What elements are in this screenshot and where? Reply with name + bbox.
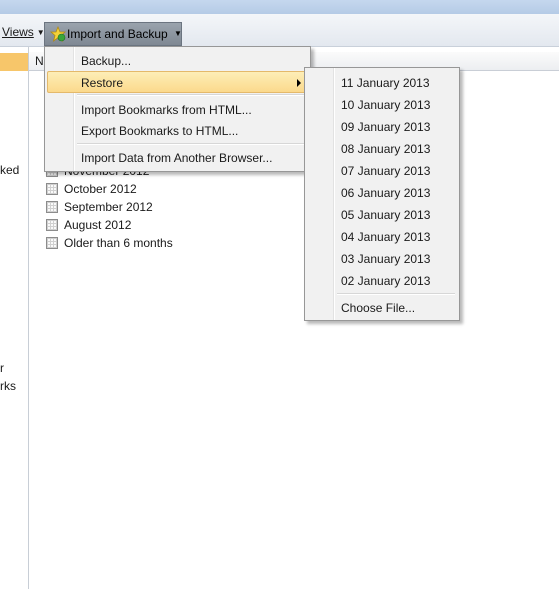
restore-date-item[interactable]: 10 January 2013 [307,94,457,116]
menu-item-label: 03 January 2013 [341,252,431,266]
restore-date-item[interactable]: 02 January 2013 [307,270,457,292]
views-button[interactable]: Views ▼ [2,22,45,42]
menu-separator [337,293,455,295]
import-and-backup-label: Import and Backup [67,27,168,41]
restore-date-item[interactable]: 06 January 2013 [307,182,457,204]
history-item-label: Older than 6 months [64,236,173,250]
restore-date-item[interactable]: 08 January 2013 [307,138,457,160]
restore-submenu: 11 January 2013 10 January 2013 09 Janua… [304,67,460,321]
menu-item-label: 04 January 2013 [341,230,431,244]
menu-item-label: Restore [81,76,124,90]
left-pane-text-fragment: r [0,361,4,375]
menu-item-label: Choose File... [341,301,416,315]
import-and-backup-button[interactable]: Import and Backup ▼ [44,22,182,46]
history-item-label: August 2012 [64,218,132,232]
menu-item-label: Backup... [81,54,132,68]
column-header-label: N [35,54,44,68]
menu-item-label: 05 January 2013 [341,208,431,222]
restore-date-item[interactable]: 07 January 2013 [307,160,457,182]
left-pane: ked r rks [0,47,29,589]
restore-date-item[interactable]: 09 January 2013 [307,116,457,138]
menu-item-restore[interactable]: Restore [47,71,308,93]
restore-date-item[interactable]: 03 January 2013 [307,248,457,270]
chevron-down-icon: ▼ [174,29,182,38]
restore-date-item[interactable]: 04 January 2013 [307,226,457,248]
submenu-arrow-icon [297,79,301,87]
history-item-label: September 2012 [64,200,153,214]
views-label: Views [2,25,34,39]
menu-item-import-browser[interactable]: Import Data from Another Browser... [47,147,308,169]
history-item[interactable]: Older than 6 months [46,234,173,252]
history-item[interactable]: September 2012 [46,198,153,216]
history-item[interactable]: August 2012 [46,216,131,234]
import-backup-menu: Backup... Restore Import Bookmarks from … [44,46,311,172]
menu-item-label: 07 January 2013 [341,164,431,178]
left-pane-selected-item[interactable] [0,53,28,71]
menu-separator [77,94,306,96]
menu-item-label: 10 January 2013 [341,98,431,112]
toolbar: Views ▼ Import and Backup ▼ [0,14,559,47]
menu-item-label: Import Bookmarks from HTML... [81,103,252,117]
calendar-icon [46,219,58,231]
menu-item-label: 08 January 2013 [341,142,431,156]
calendar-icon [46,201,58,213]
restore-date-item[interactable]: 11 January 2013 [307,72,457,94]
menu-item-label: 11 January 2013 [341,76,430,90]
history-item[interactable]: October 2012 [46,180,137,198]
menu-separator [77,143,306,145]
menu-item-label: 02 January 2013 [341,274,431,288]
history-item-label: October 2012 [64,182,137,196]
menu-item-label: 09 January 2013 [341,120,431,134]
menu-item-backup[interactable]: Backup... [47,50,308,72]
menu-item-import-html[interactable]: Import Bookmarks from HTML... [47,99,308,121]
left-pane-text-fragment: rks [0,379,16,393]
calendar-icon [46,237,58,249]
calendar-icon [46,183,58,195]
restore-date-item[interactable]: 05 January 2013 [307,204,457,226]
left-pane-text-fragment: ked [0,163,20,177]
menu-item-label: Import Data from Another Browser... [81,151,273,165]
menu-item-label: Export Bookmarks to HTML... [81,124,239,138]
menu-item-export-html[interactable]: Export Bookmarks to HTML... [47,120,308,142]
import-star-icon [50,26,66,42]
window-title-strip [0,0,559,14]
menu-item-label: 06 January 2013 [341,186,431,200]
choose-file-item[interactable]: Choose File... [307,297,457,319]
